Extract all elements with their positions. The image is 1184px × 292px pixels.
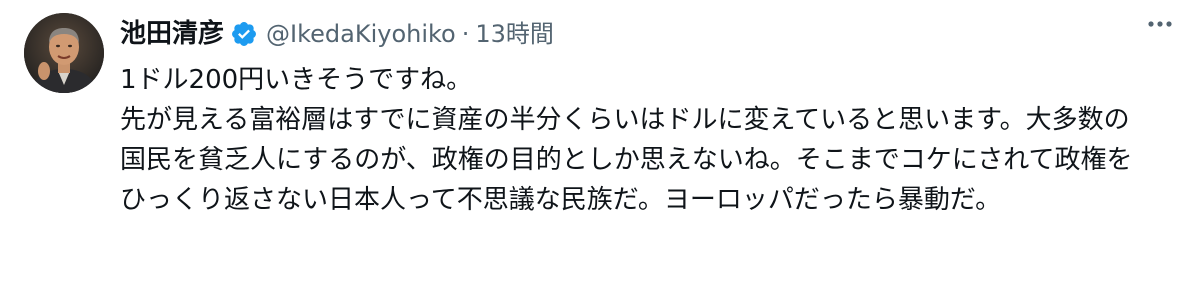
avatar[interactable] [24,13,104,93]
avatar-image [24,13,104,93]
tweet-timestamp[interactable]: 13時間 [475,14,554,54]
tweet-text-paragraph: 先が見える富裕層はすでに資産の半分くらいはドルに変えていると思います。大多数の国… [120,105,1133,215]
author-display-name[interactable]: 池田清彦 [120,14,224,54]
author-handle[interactable]: @IkedaKiyohiko [266,14,456,54]
more-horizontal-icon[interactable] [1140,4,1180,44]
verified-badge-icon[interactable] [230,20,258,48]
tweet-text: 1ドル200円いきそうですね。 先が見える富裕層はすでに資産の半分くらいはドルに… [120,60,1140,220]
tweet-header: 池田清彦 @IkedaKiyohiko · 13時間 [120,14,1164,54]
tweet-content: 池田清彦 @IkedaKiyohiko · 13時間 1ドル200円いきそうです… [120,14,1164,220]
tweet-text-line: 1ドル200円いきそうですね。 [120,65,473,95]
separator-dot: · [461,20,470,48]
tweet-card[interactable]: 池田清彦 @IkedaKiyohiko · 13時間 1ドル200円いきそうです… [0,0,1184,292]
